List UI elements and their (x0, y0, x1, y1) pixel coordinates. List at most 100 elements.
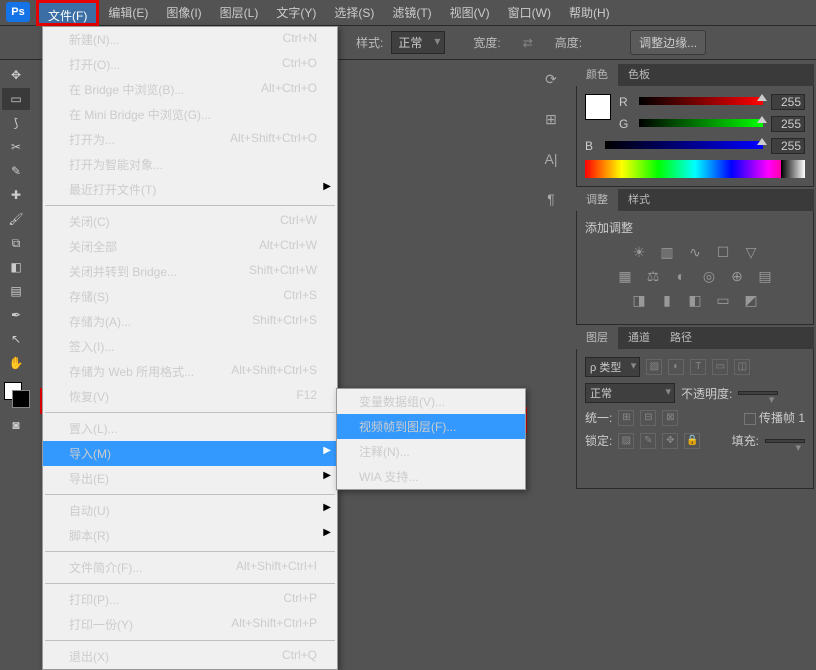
menu-edit[interactable]: 编辑(E) (99, 0, 157, 26)
unify-pos-icon[interactable]: ⊞ (618, 410, 634, 426)
menuitem[interactable]: 存储(S)Ctrl+S (43, 284, 337, 309)
pen-tool[interactable]: ✒ (2, 304, 30, 326)
value-B[interactable]: 255 (771, 138, 805, 154)
tab-swatches[interactable]: 色板 (618, 64, 660, 86)
menuitem[interactable]: 退出(X)Ctrl+Q (43, 644, 337, 669)
selective-icon[interactable]: ◩ (742, 292, 760, 310)
menuitem[interactable]: 打印(P)...Ctrl+P (43, 587, 337, 612)
menuitem[interactable]: 签入(I)... (43, 334, 337, 359)
eraser-tool[interactable]: ◧ (2, 256, 30, 278)
menuitem[interactable]: 打开为...Alt+Shift+Ctrl+O (43, 127, 337, 152)
menuitem[interactable]: 自动(U)▶ (43, 498, 337, 523)
menuitem[interactable]: 打开为智能对象... (43, 152, 337, 177)
menuitem[interactable]: 存储为 Web 所用格式...Alt+Shift+Ctrl+S (43, 359, 337, 384)
menuitem[interactable]: 在 Mini Bridge 中浏览(G)... (43, 102, 337, 127)
style-select[interactable]: 正常 (391, 31, 445, 54)
menu-view[interactable]: 视图(V) (441, 0, 499, 26)
menu-image[interactable]: 图像(I) (157, 0, 210, 26)
marquee-tool[interactable]: ▭ (2, 88, 30, 110)
lock-all-icon[interactable]: 🔒 (684, 433, 700, 449)
menuitem[interactable]: 关闭(C)Ctrl+W (43, 209, 337, 234)
foreground-swatch[interactable] (585, 94, 611, 120)
menuitem[interactable]: 关闭全部Alt+Ctrl+W (43, 234, 337, 259)
tab-styles[interactable]: 样式 (618, 189, 660, 211)
fill-input[interactable] (765, 439, 805, 443)
swap-icon[interactable]: ⇄ (523, 36, 533, 50)
menu-help[interactable]: 帮助(H) (560, 0, 619, 26)
menuitem[interactable]: 置入(L)... (43, 416, 337, 441)
character-icon[interactable]: A| (540, 148, 562, 170)
submenu-item[interactable]: 视频帧到图层(F)... (337, 414, 525, 439)
slider-B[interactable] (605, 141, 763, 151)
healing-tool[interactable]: ✚ (2, 184, 30, 206)
brush-tool[interactable]: 🖌 (2, 208, 30, 230)
levels-icon[interactable]: ▥ (658, 244, 676, 262)
paragraph-icon[interactable]: ¶ (540, 188, 562, 210)
menuitem[interactable]: 导入(M)▶ (43, 441, 337, 466)
lock-paint-icon[interactable]: ✎ (640, 433, 656, 449)
hand-tool[interactable]: ✋ (2, 352, 30, 374)
hue-icon[interactable]: ▦ (616, 268, 634, 286)
tab-channels[interactable]: 通道 (618, 327, 660, 349)
tab-adjust[interactable]: 调整 (576, 189, 618, 211)
filter-smart-icon[interactable]: ◫ (734, 359, 750, 375)
blend-mode[interactable]: 正常 (585, 383, 675, 403)
invert-icon[interactable]: ◨ (630, 292, 648, 310)
menu-type[interactable]: 文字(Y) (267, 0, 325, 26)
lock-trans-icon[interactable]: ▨ (618, 433, 634, 449)
crop-tool[interactable]: ✂ (2, 136, 30, 158)
unify-style-icon[interactable]: ⊠ (662, 410, 678, 426)
threshold-icon[interactable]: ◧ (686, 292, 704, 310)
tab-layers[interactable]: 图层 (576, 327, 618, 349)
menuitem[interactable]: 打开(O)...Ctrl+O (43, 52, 337, 77)
eyedropper-tool[interactable]: ✎ (2, 160, 30, 182)
opacity-input[interactable] (738, 391, 778, 395)
unify-vis-icon[interactable]: ⊟ (640, 410, 656, 426)
filter-type-icon[interactable]: T (690, 359, 706, 375)
gradmap-icon[interactable]: ▭ (714, 292, 732, 310)
menuitem[interactable]: 关闭并转到 Bridge...Shift+Ctrl+W (43, 259, 337, 284)
mixer-icon[interactable]: ⊕ (728, 268, 746, 286)
tab-paths[interactable]: 路径 (660, 327, 702, 349)
slider-G[interactable] (639, 119, 763, 129)
stamp-tool[interactable]: ⧉ (2, 232, 30, 254)
menuitem[interactable]: 打印一份(Y)Alt+Shift+Ctrl+P (43, 612, 337, 637)
properties-icon[interactable]: ⊞ (540, 108, 562, 130)
refine-edge-button[interactable]: 调整边缘... (630, 30, 706, 55)
menuitem[interactable]: 文件简介(F)...Alt+Shift+Ctrl+I (43, 555, 337, 580)
bw-icon[interactable]: ◐ (672, 268, 690, 286)
slider-R[interactable] (639, 97, 763, 107)
filter-pixel-icon[interactable]: ▧ (646, 359, 662, 375)
menu-window[interactable]: 窗口(W) (499, 0, 560, 26)
exposure-icon[interactable]: ☐ (714, 244, 732, 262)
menuitem[interactable]: 导出(E)▶ (43, 466, 337, 491)
menu-layer[interactable]: 图层(L) (211, 0, 268, 26)
propagate-checkbox[interactable] (744, 413, 756, 425)
menuitem[interactable]: 最近打开文件(T)▶ (43, 177, 337, 202)
curves-icon[interactable]: ∿ (686, 244, 704, 262)
spectrum-ramp[interactable] (585, 160, 805, 178)
move-tool[interactable]: ✥ (2, 64, 30, 86)
tab-color[interactable]: 颜色 (576, 64, 618, 86)
brightness-icon[interactable]: ☀ (630, 244, 648, 262)
menuitem[interactable]: 恢复(V)F12 (43, 384, 337, 409)
lock-pos-icon[interactable]: ✥ (662, 433, 678, 449)
menuitem[interactable]: 在 Bridge 中浏览(B)...Alt+Ctrl+O (43, 77, 337, 102)
vibrance-icon[interactable]: ▽ (742, 244, 760, 262)
lasso-tool[interactable]: ⟆ (2, 112, 30, 134)
balance-icon[interactable]: ⚖ (644, 268, 662, 286)
menuitem[interactable]: 脚本(R)▶ (43, 523, 337, 548)
value-G[interactable]: 255 (771, 116, 805, 132)
filter-adjust-icon[interactable]: ◐ (668, 359, 684, 375)
submenu-item[interactable]: WIA 支持... (337, 464, 525, 489)
photo-filter-icon[interactable]: ◎ (700, 268, 718, 286)
filter-shape-icon[interactable]: ▭ (712, 359, 728, 375)
lookup-icon[interactable]: ▤ (756, 268, 774, 286)
color-swatches[interactable] (2, 380, 30, 408)
kind-filter[interactable]: ρ 类型 (585, 357, 640, 377)
quickmask-tool[interactable]: ◙ (2, 414, 30, 436)
menu-filter[interactable]: 滤镜(T) (383, 0, 440, 26)
menu-file[interactable]: 文件(F) (36, 0, 99, 26)
posterize-icon[interactable]: ▮ (658, 292, 676, 310)
menuitem[interactable]: 存储为(A)...Shift+Ctrl+S (43, 309, 337, 334)
